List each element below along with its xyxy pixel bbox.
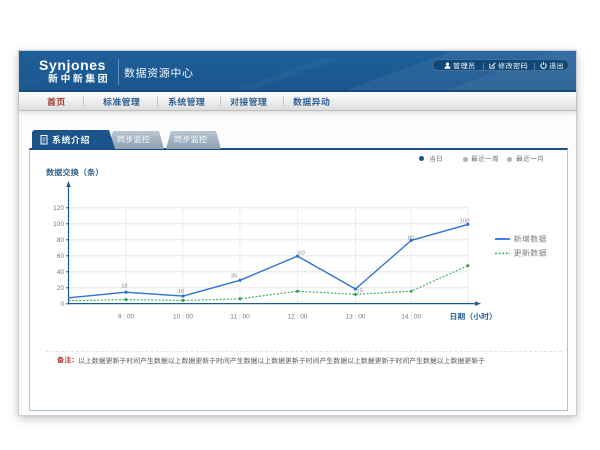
svg-text:120: 120 <box>53 205 64 212</box>
svg-text:18: 18 <box>121 283 127 289</box>
svg-text:15: 15 <box>356 289 362 295</box>
svg-text:80: 80 <box>407 236 413 242</box>
svg-text:9 : 00: 9 : 00 <box>117 314 134 321</box>
svg-text:35: 35 <box>230 274 236 280</box>
svg-text:10: 10 <box>177 289 183 295</box>
svg-text:100: 100 <box>459 219 469 225</box>
svg-text:0: 0 <box>60 301 64 308</box>
svg-text:13 : 00: 13 : 00 <box>345 314 365 321</box>
svg-text:60: 60 <box>298 251 304 257</box>
svg-text:12 : 00: 12 : 00 <box>287 314 307 321</box>
svg-text:60: 60 <box>56 253 64 260</box>
svg-text:100: 100 <box>53 221 64 228</box>
svg-text:14 : 00: 14 : 00 <box>401 314 421 321</box>
svg-text:11 : 00: 11 : 00 <box>230 314 250 321</box>
svg-text:40: 40 <box>56 269 64 276</box>
svg-text:10 : 00: 10 : 00 <box>173 314 193 321</box>
svg-text:20: 20 <box>56 285 64 292</box>
svg-text:80: 80 <box>56 237 64 244</box>
